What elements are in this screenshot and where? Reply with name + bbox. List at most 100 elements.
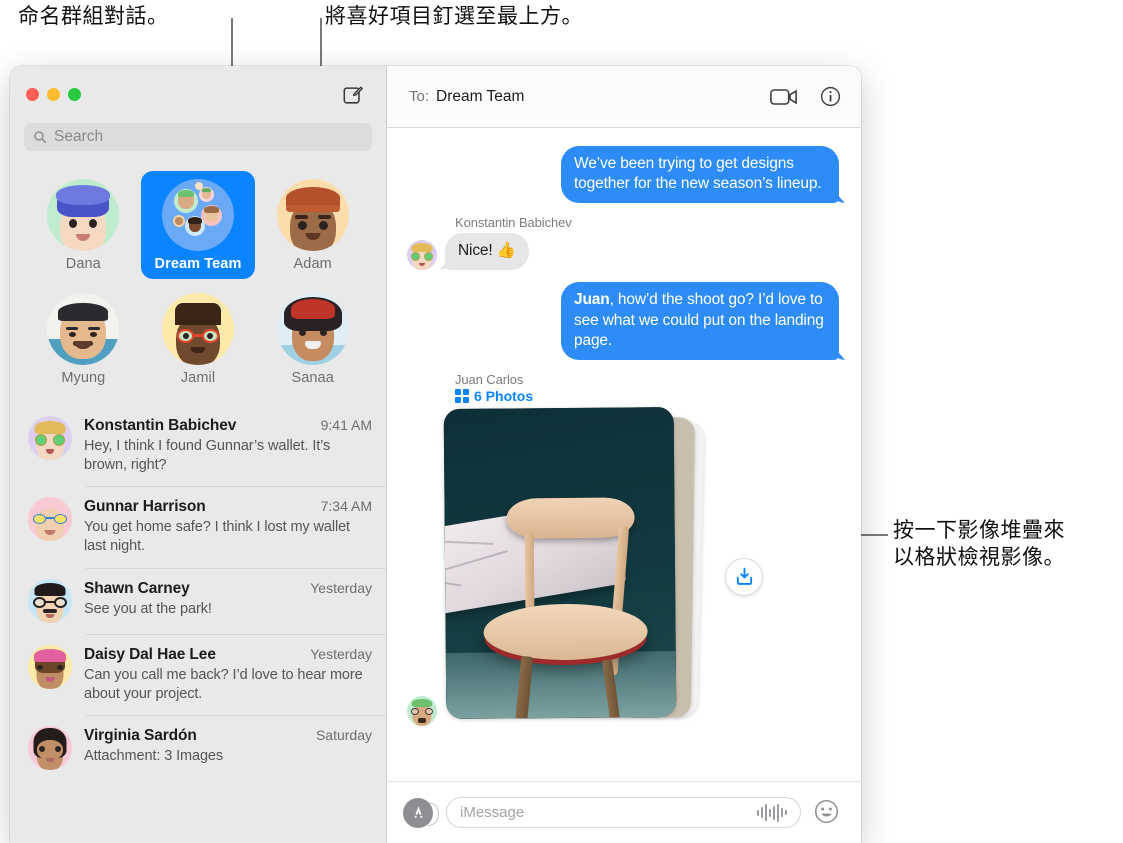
conversation-time: Yesterday — [310, 579, 372, 596]
conversation-time: Yesterday — [310, 645, 372, 662]
callout-pin-favorites: 將喜好項目釘選至最上方。 — [325, 5, 583, 28]
avatar — [28, 725, 72, 770]
conversation-row[interactable]: Shawn Carney Yesterday See you at the pa… — [10, 567, 386, 634]
message-row-attachment: Juan Carlos 6 Photos — [407, 372, 839, 726]
pinned-item-adam[interactable]: Adam — [255, 171, 370, 279]
message-sender: Juan Carlos — [455, 371, 524, 387]
message-composer: iMessage — [387, 781, 861, 843]
conversation-preview: See you at the park! — [84, 600, 212, 617]
conversation-body: Virginia Sardón Saturday Attachment: 3 I… — [84, 726, 372, 770]
conversation-preview: Attachment: 3 Images — [84, 747, 224, 764]
grid-view-icon — [455, 388, 469, 403]
avatar — [161, 293, 234, 365]
compose-icon — [343, 86, 363, 104]
message-row-incoming: Konstantin Babichev Nice! 👍 — [407, 215, 839, 271]
message-thread: We’ve been trying to get designs togethe… — [387, 128, 861, 781]
message-text: , how’d the shoot go? I’d love to see wh… — [574, 291, 824, 349]
conversation-name: Virginia Sardón — [84, 726, 197, 744]
video-camera-icon — [770, 88, 797, 105]
emoji-picker-button[interactable] — [814, 799, 841, 826]
callout-name-group: 命名群組對話。 — [18, 5, 169, 28]
details-button[interactable] — [820, 86, 841, 107]
conversation-body: Konstantin Babichev 9:41 AM Hey, I think… — [84, 416, 372, 475]
recipient-name[interactable]: Dream Team — [436, 88, 524, 106]
conversation-name: Gunnar Harrison — [84, 498, 206, 516]
message-sender: Konstantin Babichev — [455, 215, 572, 231]
messages-window: Search Dana Dream Team Adam Myung Jamil … — [10, 66, 861, 843]
info-circle-icon — [820, 86, 841, 107]
conversation-time: Saturday — [315, 726, 372, 743]
avatar — [28, 497, 72, 542]
pinned-conversations: Dana Dream Team Adam Myung Jamil Sanaa — [10, 162, 386, 403]
facetime-button[interactable] — [770, 88, 798, 106]
conversation-preview: Can you call me back? I’d love to hear m… — [84, 666, 363, 702]
conversation-header: To: Dream Team — [387, 66, 861, 128]
app-store-button[interactable] — [403, 797, 439, 828]
avatar — [47, 293, 120, 365]
avatar — [407, 695, 437, 726]
message-input-placeholder: iMessage — [460, 804, 525, 821]
avatar — [276, 293, 349, 365]
avatar — [28, 644, 72, 689]
pinned-item-jamil[interactable]: Jamil — [141, 285, 256, 393]
emoji-smiley-icon — [814, 799, 839, 824]
minimize-button[interactable] — [47, 88, 60, 101]
conversation-row[interactable]: Konstantin Babichev 9:41 AM Hey, I think… — [10, 405, 386, 486]
conversation-row[interactable]: Daisy Dal Hae Lee Yesterday Can you call… — [10, 633, 386, 715]
message-row-outgoing: We’ve been trying to get designs togethe… — [407, 146, 839, 204]
message-bubble[interactable]: We’ve been trying to get designs togethe… — [561, 146, 839, 204]
conversation-body: Shawn Carney Yesterday See you at the pa… — [84, 579, 372, 623]
avatar — [28, 578, 72, 623]
photo-stack-layer-1 — [443, 406, 677, 719]
message-bubble[interactable]: Nice! 👍 — [445, 233, 529, 271]
photo-thumbnail — [443, 406, 677, 719]
conversation-preview: Hey, I think I found Gunnar’s wallet. It… — [84, 438, 331, 474]
conversation-preview: You get home safe? I think I lost my wal… — [84, 519, 350, 555]
search-input[interactable]: Search — [24, 123, 372, 151]
pinned-item-myung[interactable]: Myung — [26, 285, 141, 393]
conversation-pane: To: Dream Team We’ve been trying to get … — [387, 66, 861, 843]
conversation-name: Shawn Carney — [84, 579, 190, 597]
conversation-name: Daisy Dal Hae Lee — [84, 645, 216, 663]
photo-count-link[interactable]: 6 Photos — [455, 388, 839, 404]
conversation-list: Konstantin Babichev 9:41 AM Hey, I think… — [10, 403, 386, 843]
pinned-item-dream-team[interactable]: Dream Team — [140, 171, 256, 279]
pinned-label: Sanaa — [291, 370, 334, 386]
message-row-outgoing: Juan, how’d the shoot go? I’d love to se… — [407, 282, 839, 360]
compose-message-button[interactable] — [340, 82, 366, 108]
search-placeholder: Search — [54, 128, 104, 145]
message-bubble[interactable]: Juan, how’d the shoot go? I’d love to se… — [561, 282, 839, 360]
download-icon — [736, 568, 752, 586]
pinned-label: Dream Team — [154, 256, 242, 272]
conversation-row[interactable]: Gunnar Harrison 7:34 AM You get home saf… — [10, 486, 386, 567]
avatar — [276, 179, 349, 251]
conversation-name: Konstantin Babichev — [84, 417, 237, 434]
conversation-row[interactable]: Virginia Sardón Saturday Attachment: 3 I… — [10, 714, 386, 781]
avatar — [28, 416, 72, 460]
traffic-lights — [26, 88, 81, 101]
download-attachment-button[interactable] — [725, 557, 763, 596]
avatar — [407, 240, 437, 271]
group-avatar — [161, 179, 234, 251]
close-button[interactable] — [26, 88, 39, 101]
pinned-label: Dana — [65, 256, 101, 272]
pinned-label: Jamil — [180, 370, 216, 386]
to-label: To: — [409, 88, 430, 105]
pinned-item-sanaa[interactable]: Sanaa — [255, 285, 370, 393]
audio-waveform-icon[interactable] — [757, 803, 787, 822]
sidebar: Search Dana Dream Team Adam Myung Jamil … — [10, 66, 387, 843]
pinned-label: Adam — [293, 256, 332, 272]
app-store-icon — [413, 806, 423, 818]
pinned-item-dana[interactable]: Dana — [26, 171, 141, 279]
callout-photo-stack: 按一下影像堆疊來 以格狀檢視影像。 — [893, 519, 1065, 569]
pinned-label: Myung — [61, 370, 106, 386]
search-container: Search — [10, 123, 386, 162]
mention: Juan — [574, 291, 610, 309]
photo-count-label: 6 Photos — [474, 387, 534, 404]
photo-stack[interactable] — [443, 406, 705, 726]
conversation-body: Gunnar Harrison 7:34 AM You get home saf… — [84, 497, 372, 556]
window-titlebar — [10, 66, 386, 123]
conversation-body: Daisy Dal Hae Lee Yesterday Can you call… — [84, 645, 372, 704]
zoom-button[interactable] — [68, 88, 81, 101]
message-input[interactable]: iMessage — [446, 797, 801, 828]
